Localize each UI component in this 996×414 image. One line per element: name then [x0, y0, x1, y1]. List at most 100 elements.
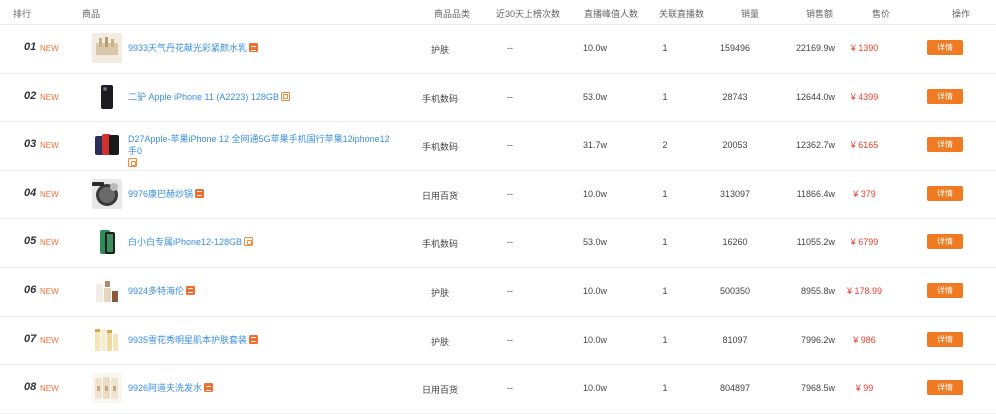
live-30d-cell: --	[507, 383, 513, 394]
product-name-link[interactable]: 9976康巴赫炒锅	[128, 188, 398, 200]
peak-viewers-cell: 10.0w	[582, 285, 608, 296]
table-row: 04 NEW 9976康巴赫炒锅 日用百货 -- 10.0w 1 313097 …	[0, 171, 996, 220]
price-cell: ¥ 178.99	[846, 285, 883, 296]
category-cell: 手机数码	[421, 239, 458, 250]
peak-viewers-cell: 10.0w	[582, 188, 608, 199]
price-cell: ¥ 6799	[850, 237, 879, 248]
details-button[interactable]: 详情	[927, 185, 963, 201]
category-cell: 手机数码	[421, 93, 458, 104]
revenue-cell: 12644.0w	[795, 91, 835, 102]
peak-viewers-cell: 10.0w	[582, 383, 608, 394]
price-cell: ¥ 6165	[850, 140, 879, 151]
details-button[interactable]: 详情	[927, 40, 963, 55]
details-button[interactable]: 详情	[927, 331, 963, 347]
sales-cell: 81097	[722, 334, 748, 345]
rank-number: 06	[24, 283, 37, 296]
product-thumbnail[interactable]	[92, 81, 122, 112]
product-name[interactable]: 白小白专属iPhone12-128GB	[128, 237, 242, 247]
product-thumbnail[interactable]	[92, 324, 122, 355]
product-thumbnail[interactable]	[92, 275, 122, 306]
table-row: 01 NEW 9933天气丹花献光彩紧颜水乳 护肤 -- 10.0w 1 159…	[0, 25, 996, 74]
revenue-cell: 12362.7w	[795, 140, 835, 151]
price-cell: ¥ 986	[853, 334, 876, 345]
product-thumbnail[interactable]	[92, 227, 122, 258]
rank-number: 07	[24, 332, 37, 345]
product-name-link[interactable]: 二驴 Apple iPhone 11 (A2223) 128GB	[128, 91, 398, 103]
category-cell: 日用百货	[421, 385, 458, 396]
new-badge: NEW	[40, 141, 59, 151]
sales-cell: 20053	[722, 140, 748, 151]
product-name-link[interactable]: 9926阿道夫洗发水	[128, 382, 398, 394]
category-cell: 护肤	[430, 45, 449, 55]
header-rank: 排行	[13, 9, 32, 19]
revenue-cell: 11866.4w	[796, 188, 835, 199]
price-cell: ¥ 99	[855, 383, 874, 394]
peak-viewers-cell: 10.0w	[582, 334, 608, 345]
live-30d-cell: --	[507, 237, 513, 248]
sales-cell: 16260	[722, 237, 748, 248]
related-live-cell: 1	[662, 285, 668, 296]
product-name[interactable]: 9935雪花秀明星肌本护肤套装	[128, 335, 247, 345]
details-button[interactable]: 详情	[927, 137, 963, 153]
rank-number: 01	[24, 41, 37, 53]
revenue-cell: 7968.5w	[800, 383, 835, 394]
details-button[interactable]: 详情	[927, 380, 963, 396]
details-button[interactable]: 详情	[927, 234, 963, 250]
price-cell: ¥ 1390	[850, 43, 879, 53]
sales-cell: 313097	[719, 188, 751, 199]
product-name[interactable]: 9924多特海伦	[128, 286, 184, 296]
related-live-cell: 1	[662, 383, 668, 394]
live-30d-cell: --	[507, 140, 513, 151]
price-cell: ¥ 4399	[850, 91, 879, 102]
sales-cell: 28743	[722, 91, 748, 102]
product-name[interactable]: 9976康巴赫炒锅	[128, 189, 193, 199]
sales-cell: 804897	[719, 383, 751, 394]
product-name[interactable]: 二驴 Apple iPhone 11 (A2223) 128GB	[128, 92, 279, 102]
header-action: 操作	[952, 9, 971, 19]
revenue-cell: 8955.8w	[800, 285, 835, 296]
peak-viewers-cell: 10.0w	[582, 43, 608, 53]
product-thumbnail[interactable]	[92, 33, 122, 63]
new-badge: NEW	[40, 92, 59, 102]
new-badge: NEW	[40, 238, 59, 248]
rank-number: 04	[24, 186, 37, 199]
rank-number: 03	[24, 138, 37, 151]
table-header: 排行 商品 商品品类 近30天上榜次数 直播峰值人数 关联直播数 销量 销售额 …	[0, 0, 996, 25]
store-icon	[280, 91, 290, 101]
peak-viewers-cell: 53.0w	[582, 91, 608, 102]
tmall-icon	[204, 383, 214, 393]
details-button[interactable]: 详情	[927, 282, 963, 298]
product-ranking-table: 排行 商品 商品品类 近30天上榜次数 直播峰值人数 关联直播数 销量 销售额 …	[0, 0, 996, 414]
product-name-link[interactable]: 白小白专属iPhone12-128GB	[128, 236, 398, 248]
rank-number: 02	[24, 89, 37, 102]
related-live-cell: 1	[662, 91, 668, 102]
category-cell: 日用百货	[421, 190, 458, 201]
product-name-link[interactable]: 9933天气丹花献光彩紧颜水乳	[128, 42, 398, 54]
product-name[interactable]: D27Apple-苹果iPhone 12 全网通5G苹果手机国行苹果12ipho…	[128, 134, 390, 156]
table-row: 03 NEW D27Apple-苹果iPhone 12 全网通5G苹果手机国行苹…	[0, 122, 996, 171]
category-cell: 手机数码	[421, 142, 458, 153]
product-name-link[interactable]: 9935雪花秀明星肌本护肤套装	[128, 334, 398, 346]
tmall-icon	[249, 334, 259, 344]
product-thumbnail[interactable]	[92, 373, 122, 404]
table-row: 05 NEW 白小白专属iPhone12-128GB 手机数码 -- 53.0w…	[0, 219, 996, 268]
related-live-cell: 1	[662, 334, 668, 345]
product-thumbnail[interactable]	[92, 178, 122, 209]
header-related-live: 关联直播数	[659, 9, 705, 19]
revenue-cell: 22169.9w	[795, 43, 835, 53]
store-icon	[128, 158, 137, 168]
rank-number: 05	[24, 235, 37, 248]
header-revenue: 销售额	[806, 9, 834, 19]
table-row: 02 NEW 二驴 Apple iPhone 11 (A2223) 128GB …	[0, 74, 996, 123]
new-badge: NEW	[40, 286, 59, 296]
product-name[interactable]: 9933天气丹花献光彩紧颜水乳	[128, 43, 247, 53]
product-name-link[interactable]: D27Apple-苹果iPhone 12 全网通5G苹果手机国行苹果12ipho…	[128, 133, 398, 169]
revenue-cell: 7996.2w	[800, 334, 835, 345]
table-row: 08 NEW 9926阿道夫洗发水 日用百货 -- 10.0w 1 804897…	[0, 365, 996, 414]
product-name[interactable]: 9926阿道夫洗发水	[128, 383, 202, 393]
details-button[interactable]: 详情	[927, 88, 963, 104]
related-live-cell: 1	[662, 237, 668, 248]
table-row: 06 NEW 9924多特海伦 护肤 -- 10.0w 1 500350 895…	[0, 268, 996, 317]
product-name-link[interactable]: 9924多特海伦	[128, 285, 398, 297]
product-thumbnail[interactable]	[92, 130, 122, 161]
